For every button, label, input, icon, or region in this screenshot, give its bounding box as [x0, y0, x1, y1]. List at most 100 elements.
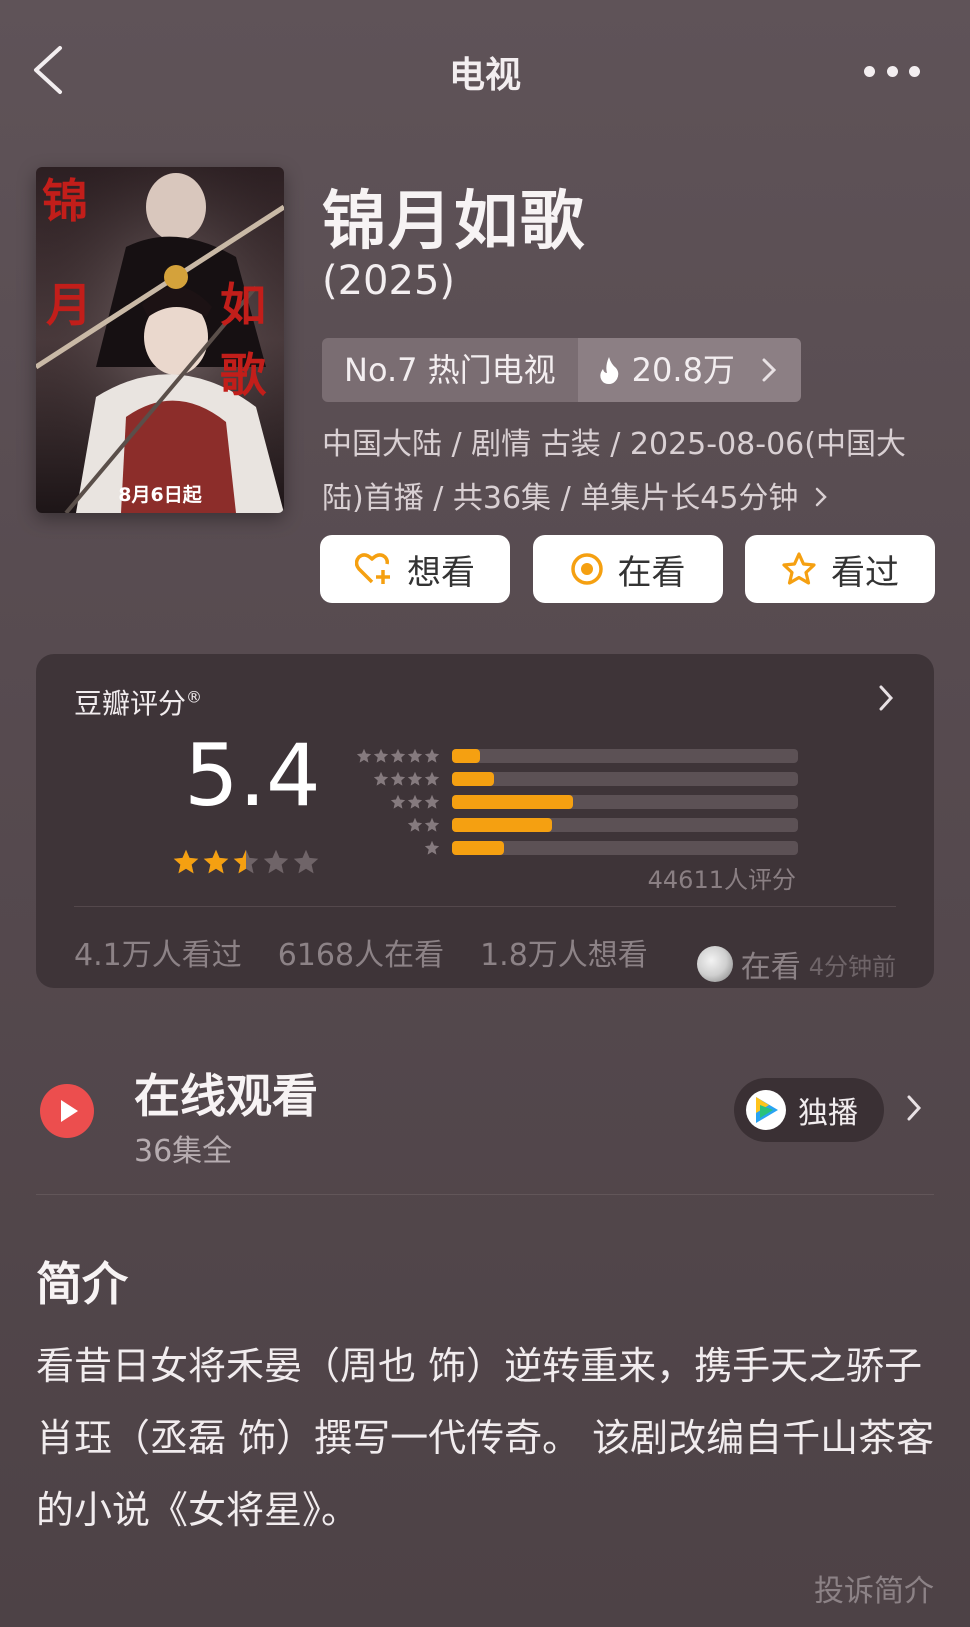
small-star-icon: [425, 840, 439, 855]
distribution-bar: [452, 794, 574, 809]
distribution-track: [452, 794, 798, 809]
small-star-icon: [408, 771, 422, 786]
distribution-track: [452, 840, 798, 855]
registered-mark: ®: [186, 687, 203, 707]
show-title: 锦月如歌: [322, 185, 586, 259]
small-star-icon: [408, 817, 422, 832]
action-buttons: 想看 在看 看过: [320, 535, 935, 605]
poster-date: 8月6日起: [118, 484, 202, 506]
exclusive-label: 独播: [798, 1096, 858, 1131]
exclusive-platform-button[interactable]: 独播: [734, 1078, 884, 1142]
watching-label: 在看: [617, 552, 686, 593]
distribution-stars: [348, 817, 440, 833]
distribution-row: [348, 744, 798, 767]
rating-card[interactable]: 豆瓣评分® 5.4 44611人评分 4.1万人看过 6168人在看 1.8万人…: [36, 654, 934, 988]
rating-score: 5.4: [184, 726, 321, 826]
small-star-icon: [425, 771, 439, 786]
want-to-watch-button[interactable]: 想看: [320, 535, 510, 603]
rating-star-icon: [203, 849, 229, 874]
show-meta[interactable]: 中国大陆 / 剧情 古装 / 2025-08-06(中国大陆)首播 / 共36集…: [322, 418, 942, 526]
episode-count: 36集全: [134, 1134, 233, 1169]
watched-button[interactable]: 看过: [745, 535, 935, 603]
small-star-icon: [357, 748, 371, 763]
divider: [36, 1194, 934, 1195]
poster-title-char: 月: [46, 278, 92, 332]
rating-star-icon: [293, 849, 319, 874]
more-dot-icon: [909, 66, 920, 77]
distribution-bar: [452, 817, 553, 832]
wish-count: 1.8万人想看: [480, 938, 648, 973]
rating-source-label: 豆瓣评分®: [74, 682, 202, 722]
distribution-track: [452, 771, 798, 786]
divider: [74, 906, 896, 907]
small-star-icon: [425, 817, 439, 832]
rank-label: No.7 热门电视: [322, 338, 578, 402]
activity-time: 4分钟前: [808, 952, 896, 981]
distribution-track: [452, 817, 798, 832]
small-star-icon: [408, 748, 422, 763]
small-star-icon: [374, 771, 388, 786]
small-star-icon: [425, 794, 439, 809]
poster-title-char: 如: [220, 278, 266, 332]
poster-title-char: 歌: [220, 348, 266, 402]
activity-status: 在看: [740, 950, 801, 985]
rank-badge[interactable]: No.7 热门电视 20.8万: [322, 338, 801, 402]
rating-star-icon: [233, 849, 259, 874]
distribution-bar: [452, 840, 504, 855]
poster-image[interactable]: 锦 月 如 歌 8月6日起: [36, 167, 284, 513]
chevron-right-icon: [815, 487, 827, 507]
heat-value: 20.8万: [631, 351, 735, 389]
want-to-watch-label: 想看: [407, 552, 475, 593]
small-star-icon: [391, 794, 405, 809]
star-outline-icon: [782, 552, 816, 585]
rating-star-icon: [173, 849, 199, 874]
distribution-row: [348, 790, 798, 813]
small-star-icon: [374, 748, 388, 763]
distribution-stars: [348, 748, 440, 764]
target-icon: [570, 553, 603, 585]
rating-star-icon: [263, 849, 289, 874]
small-star-icon: [391, 771, 405, 786]
play-triangle-icon: [61, 1100, 78, 1122]
distribution-track: [452, 748, 798, 763]
more-options-button[interactable]: [864, 66, 920, 80]
watched-label: 看过: [831, 552, 899, 593]
chevron-right-icon[interactable]: [906, 1094, 922, 1122]
watched-count: 4.1万人看过: [74, 938, 242, 973]
distribution-stars: [348, 794, 440, 810]
audience-stats: 4.1万人看过 6168人在看 1.8万人想看: [74, 930, 648, 974]
more-dot-icon: [864, 66, 875, 77]
page-title: 电视: [448, 55, 521, 96]
show-year: (2025): [322, 258, 456, 304]
distribution-bar: [452, 771, 494, 786]
top-bar: 电视: [0, 0, 970, 140]
intro-heading: 简介: [36, 1257, 128, 1311]
small-star-icon: [408, 794, 422, 809]
avatar: [696, 946, 733, 982]
rating-count: 44611人评分: [647, 866, 796, 894]
distribution-stars: [348, 840, 440, 856]
watching-count: 6168人在看: [277, 938, 445, 973]
score-stars: [172, 848, 320, 876]
heat-indicator: 20.8万: [577, 338, 801, 402]
distribution-bar: [452, 748, 480, 763]
rating-distribution: [348, 744, 798, 859]
chevron-right-icon: [762, 358, 777, 382]
video-platform-logo-icon: [746, 1090, 786, 1130]
rating-source-text: 豆瓣评分: [74, 687, 187, 720]
more-dot-icon: [886, 66, 898, 77]
friend-activity[interactable]: 在看 4分钟前: [696, 942, 896, 986]
chevron-right-icon[interactable]: [878, 684, 894, 712]
intro-text[interactable]: 看昔日女将禾晏（周也 饰）逆转重来，携手天之骄子肖珏（丞磊 饰）撰写一代传奇。 …: [36, 1330, 936, 1546]
watching-button[interactable]: 在看: [532, 535, 723, 603]
poster-title-char: 锦: [42, 174, 88, 228]
distribution-stars: [348, 771, 440, 787]
heart-plus-icon: [355, 553, 390, 584]
report-intro-link[interactable]: 投诉简介: [814, 1566, 934, 1610]
play-icon[interactable]: [40, 1084, 94, 1138]
online-watch-title[interactable]: 在线观看: [134, 1060, 318, 1126]
flame-icon: [600, 357, 618, 384]
distribution-row: [348, 813, 798, 836]
distribution-row: [348, 767, 798, 790]
small-star-icon: [425, 748, 439, 763]
